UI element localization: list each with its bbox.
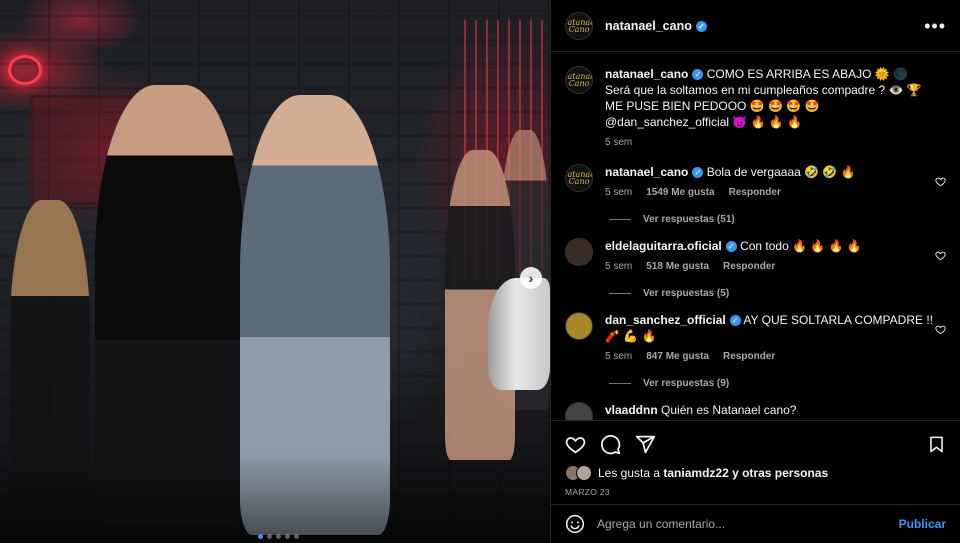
instagram-post-modal: › Natanael Cano natanael_cano✓ ••• Natan… bbox=[0, 0, 960, 543]
liked-by-user[interactable]: taniamdz22 bbox=[663, 466, 728, 480]
view-replies-button[interactable]: Ver respuestas (5) bbox=[609, 288, 946, 299]
carousel-dot bbox=[267, 534, 272, 539]
comment-item: dan_sanchez_official ✓ AY QUE SOLTARLA CO… bbox=[565, 312, 946, 365]
comment-item: vlaaddnn Quién es Natanael cano? bbox=[565, 402, 946, 420]
view-replies-button[interactable]: Ver respuestas (9) bbox=[609, 378, 946, 389]
share-icon[interactable] bbox=[635, 434, 656, 455]
verified-badge-icon: ✓ bbox=[692, 167, 704, 178]
avatar[interactable] bbox=[565, 238, 593, 266]
view-replies-button[interactable]: Ver respuestas (51) bbox=[609, 214, 946, 225]
caption-time: 5 sem bbox=[605, 137, 633, 148]
floor-shadow bbox=[0, 453, 550, 543]
neon-ring-light bbox=[8, 55, 42, 85]
post-photo[interactable]: › bbox=[0, 0, 550, 543]
header-username-text[interactable]: natanael_cano bbox=[605, 19, 692, 33]
comment-likes[interactable]: 847 Me gusta bbox=[646, 349, 709, 365]
comment-text: Con todo 🔥 🔥 🔥 🔥 bbox=[740, 239, 862, 253]
liker-avatar bbox=[576, 465, 592, 481]
comment-likes[interactable]: 518 Me gusta bbox=[646, 259, 709, 275]
comment-username[interactable]: eldelaguitarra.oficial bbox=[605, 239, 722, 253]
replies-divider bbox=[609, 293, 631, 294]
action-icons bbox=[565, 421, 946, 467]
carousel-dot bbox=[285, 534, 290, 539]
comment-icon[interactable] bbox=[600, 434, 621, 455]
chevron-right-icon[interactable]: › bbox=[520, 267, 542, 289]
heart-icon[interactable] bbox=[565, 434, 586, 455]
avatar[interactable]: Natanael Cano bbox=[565, 66, 593, 94]
comment-time: 5 sem bbox=[605, 351, 633, 362]
liked-by-suffix[interactable]: y otras personas bbox=[732, 466, 828, 480]
comment-input[interactable] bbox=[597, 516, 899, 531]
verified-badge-icon: ✓ bbox=[725, 241, 737, 252]
comment-meta: 5 sem 847 Me gusta Responder bbox=[605, 349, 935, 365]
view-replies-label[interactable]: Ver respuestas (5) bbox=[643, 288, 729, 299]
caption-body: natanael_cano ✓ COMO ES ARRIBA ES ABAJO 🌞… bbox=[605, 66, 935, 151]
view-replies-label[interactable]: Ver respuestas (9) bbox=[643, 378, 729, 389]
comment-text: Quién es Natanael cano? bbox=[661, 403, 797, 417]
verified-badge-icon: ✓ bbox=[695, 20, 707, 32]
avatar[interactable] bbox=[565, 402, 593, 420]
avatar[interactable] bbox=[565, 312, 593, 340]
comment-meta: 5 sem 518 Me gusta Responder bbox=[605, 259, 935, 275]
heart-icon[interactable] bbox=[935, 176, 946, 187]
post-side-panel: Natanael Cano natanael_cano✓ ••• Natanae… bbox=[550, 0, 960, 543]
comment-body: vlaaddnn Quién es Natanael cano? bbox=[605, 402, 935, 420]
verified-badge-icon: ✓ bbox=[692, 69, 704, 80]
heart-icon[interactable] bbox=[935, 250, 946, 261]
reply-button[interactable]: Responder bbox=[723, 349, 775, 365]
comment-likes[interactable]: 1549 Me gusta bbox=[646, 185, 714, 201]
avatar[interactable]: Natanael Cano bbox=[565, 11, 593, 40]
avatar[interactable]: Natanael Cano bbox=[565, 164, 593, 192]
caption: Natanael Cano natanael_cano✓ COMO ES ARR… bbox=[565, 66, 946, 151]
comment-time: 5 sem bbox=[605, 187, 633, 198]
comments-feed[interactable]: Natanael Cano natanael_cano✓ COMO ES ARR… bbox=[551, 53, 960, 420]
emoji-icon[interactable] bbox=[565, 514, 585, 534]
post-actions: Les gusta a taniamdz22 y otras personas … bbox=[551, 420, 960, 542]
comment-username[interactable]: dan_sanchez_official bbox=[605, 313, 726, 327]
more-horizontal-icon[interactable]: ••• bbox=[924, 17, 946, 35]
verified-badge-icon: ✓ bbox=[729, 315, 741, 326]
heart-icon[interactable] bbox=[935, 324, 946, 335]
comment-username[interactable]: natanael_cano bbox=[605, 165, 688, 179]
comment-body: natanael_cano ✓ Bola de vergaaaa 🤣 🤣 🔥 5 … bbox=[605, 164, 935, 201]
caption-meta: 5 sem bbox=[605, 135, 935, 151]
comment-time: 5 sem bbox=[605, 261, 633, 272]
comment-composer: Publicar bbox=[551, 504, 960, 542]
comment-username[interactable]: vlaaddnn bbox=[605, 403, 658, 417]
liked-by[interactable]: Les gusta a taniamdz22 y otras personas bbox=[565, 465, 946, 481]
post-header: Natanael Cano natanael_cano✓ ••• bbox=[551, 0, 960, 52]
carousel-indicator bbox=[258, 534, 299, 539]
carousel-dot bbox=[276, 534, 281, 539]
reply-button[interactable]: Responder bbox=[729, 185, 781, 201]
publish-button[interactable]: Publicar bbox=[899, 517, 946, 531]
comment-text: Bola de vergaaaa 🤣 🤣 🔥 bbox=[706, 165, 856, 179]
view-replies-label[interactable]: Ver respuestas (51) bbox=[643, 214, 735, 225]
reply-button[interactable]: Responder bbox=[723, 259, 775, 275]
replies-divider bbox=[609, 219, 631, 220]
comment-body: dan_sanchez_official ✓ AY QUE SOLTARLA CO… bbox=[605, 312, 935, 365]
statue-bust bbox=[488, 278, 550, 390]
comment-item: Natanael Cano natanael_cano ✓ Bola de ver… bbox=[565, 164, 946, 201]
post-date: MARZO 23 bbox=[565, 487, 610, 497]
liked-by-prefix: Les gusta a bbox=[598, 466, 661, 480]
comment-meta: 5 sem 1549 Me gusta Responder bbox=[605, 185, 935, 201]
carousel-dot bbox=[258, 534, 263, 539]
replies-divider bbox=[609, 383, 631, 384]
comment-body: eldelaguitarra.oficial ✓ Con todo 🔥 🔥 🔥 🔥… bbox=[605, 238, 935, 275]
comment-item: eldelaguitarra.oficial ✓ Con todo 🔥 🔥 🔥 🔥… bbox=[565, 238, 946, 275]
header-username[interactable]: natanael_cano ✓ bbox=[605, 19, 707, 33]
caption-username[interactable]: natanael_cano bbox=[605, 67, 688, 81]
carousel-dot bbox=[294, 534, 299, 539]
bookmark-icon[interactable] bbox=[927, 434, 946, 455]
